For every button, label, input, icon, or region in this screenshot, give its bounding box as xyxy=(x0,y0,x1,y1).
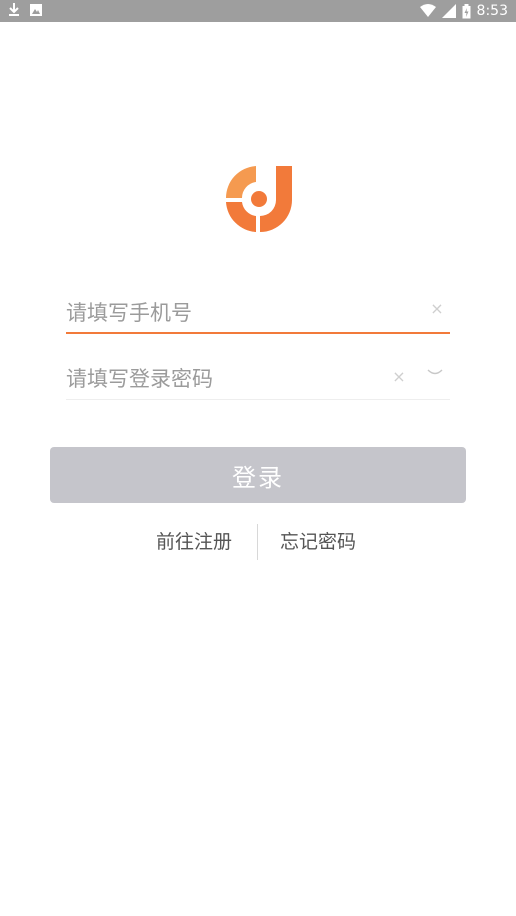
status-bar: 8:53 xyxy=(0,0,516,22)
links-divider xyxy=(257,524,258,560)
signal-icon xyxy=(441,4,456,18)
phone-input[interactable] xyxy=(66,294,386,332)
status-bar-left xyxy=(8,3,42,17)
password-field[interactable]: × xyxy=(66,360,450,400)
download-icon xyxy=(9,3,19,16)
battery-icon xyxy=(462,3,471,18)
auth-links: 前往注册 忘记密码 xyxy=(0,522,516,562)
eye-closed-icon[interactable] xyxy=(426,364,444,378)
image-icon xyxy=(30,4,42,16)
app-logo xyxy=(225,166,292,232)
clear-icon[interactable]: × xyxy=(430,301,444,317)
status-time: 8:53 xyxy=(476,3,508,19)
logo-dot xyxy=(251,191,267,207)
password-input[interactable] xyxy=(66,360,386,398)
status-bar-right: 8:53 xyxy=(419,2,508,20)
wifi-icon xyxy=(419,4,436,17)
logo-arc-top xyxy=(225,166,256,198)
clear-icon[interactable]: × xyxy=(392,369,406,385)
phone-field[interactable]: × xyxy=(66,294,450,334)
forgot-password-link[interactable]: 忘记密码 xyxy=(280,531,356,553)
login-screen: 8:53 × × 登录 前往注册 忘记密码 xyxy=(0,0,516,916)
login-button[interactable]: 登录 xyxy=(50,447,466,503)
register-link[interactable]: 前往注册 xyxy=(156,531,232,553)
logo-arc-bottom xyxy=(226,202,256,232)
